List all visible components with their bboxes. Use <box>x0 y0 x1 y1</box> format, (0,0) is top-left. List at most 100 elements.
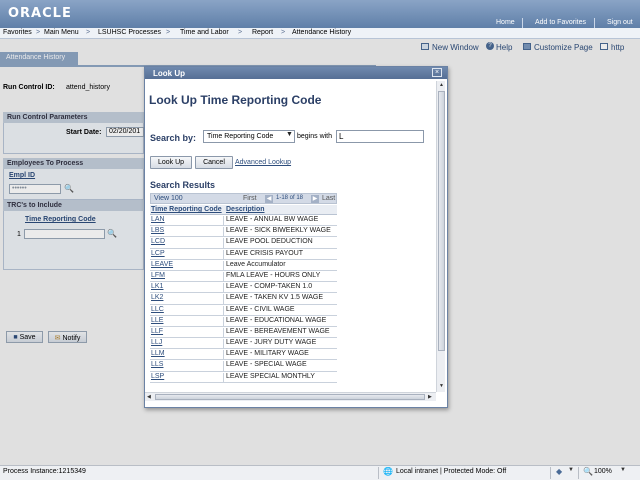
vertical-scroll-thumb[interactable] <box>438 91 445 351</box>
nav-main-menu[interactable]: Main Menu <box>44 29 79 36</box>
nav-attendance-history[interactable]: Attendance History <box>292 29 351 36</box>
table-row[interactable]: LLS LEAVE - SPECIAL WAGE <box>150 360 337 372</box>
nav-report[interactable]: Report <box>252 29 273 36</box>
zoom-icon: 🔍 <box>583 467 593 476</box>
process-instance-text: Process Instance:1215349 <box>3 468 86 475</box>
row-code[interactable]: LEAVE <box>151 260 224 271</box>
lookup-dialog: Look Up × Look Up Time Reporting Code Se… <box>144 66 448 408</box>
chevron-down-icon[interactable]: ▼ <box>620 467 626 473</box>
dialog-titlebar[interactable]: Look Up <box>145 67 447 79</box>
row-code[interactable]: LCP <box>151 249 224 260</box>
table-row[interactable]: LLE LEAVE - EDUCATIONAL WAGE <box>150 315 337 327</box>
last-link[interactable]: Last <box>322 195 335 202</box>
row-description: Leave Accumulator <box>226 260 286 268</box>
row-description: LEAVE - ANNUAL BW WAGE <box>226 216 319 223</box>
row-code[interactable]: LK2 <box>151 294 224 305</box>
row-description: LEAVE CRISIS PAYOUT <box>226 249 304 257</box>
nav-arrow-icon: > <box>86 29 91 36</box>
nav-favorites[interactable]: Favorites <box>3 29 32 36</box>
status-divider <box>378 467 379 479</box>
row-description: LEAVE - EDUCATIONAL WAGE <box>226 316 327 324</box>
nav-lsuhsc-processes[interactable]: LSUHSC Processes <box>98 29 161 36</box>
scroll-left-icon[interactable]: ◀ <box>147 394 151 400</box>
table-row[interactable]: LBS LEAVE - SICK BIWEEKLY WAGE <box>150 226 337 238</box>
search-by-label: Search by: <box>150 133 197 143</box>
row-description: LEAVE - BEREAVEMENT WAGE <box>226 327 330 335</box>
row-code[interactable]: LLC <box>151 305 224 316</box>
prev-arrow-icon[interactable]: ◀ <box>265 195 273 203</box>
chevron-down-icon[interactable]: ▼ <box>568 467 574 473</box>
row-code[interactable]: LFM <box>151 271 224 282</box>
search-input[interactable]: L <box>336 130 424 143</box>
search-results-label: Search Results <box>150 180 216 190</box>
advanced-lookup-link[interactable]: Advanced Lookup <box>235 159 291 166</box>
table-row[interactable]: LK1 LEAVE - COMP-TAKEN 1.0 <box>150 282 337 294</box>
scroll-up-icon[interactable]: ▲ <box>439 82 444 88</box>
results-grid: View 100 First ◀ 1-18 of 18 ▶ Last Time … <box>150 193 337 389</box>
row-description: LEAVE - CIVIL WAGE <box>226 305 295 313</box>
add-to-favorites-link[interactable]: Add to Favorites <box>535 19 586 26</box>
row-code[interactable]: LLM <box>151 350 224 361</box>
row-code[interactable]: LLS <box>151 361 224 372</box>
grid-rows: LAN LEAVE - ANNUAL BW WAGE LBS LEAVE - SIC… <box>150 215 337 383</box>
nav-arrow-icon: > <box>36 29 41 36</box>
row-description: FMLA LEAVE - HOURS ONLY <box>226 271 321 279</box>
lookup-button[interactable]: Look Up <box>150 156 192 169</box>
nav-arrow-icon: > <box>281 29 286 36</box>
row-code[interactable]: LLF <box>151 327 224 338</box>
search-by-select[interactable]: Time Reporting Code ▼ <box>203 130 295 143</box>
scroll-right-icon[interactable]: ▶ <box>428 394 432 400</box>
vertical-scrollbar[interactable]: ▲ ▼ <box>436 81 445 392</box>
col-header-description[interactable]: Description <box>226 206 265 213</box>
table-row[interactable]: LLM LEAVE - MILITARY WAGE <box>150 349 337 361</box>
row-code[interactable]: LLJ <box>151 339 224 350</box>
home-link[interactable]: Home <box>496 19 515 26</box>
table-row[interactable]: LCD LEAVE POOL DEDUCTION <box>150 237 337 249</box>
table-row[interactable]: LCP LEAVE CRISIS PAYOUT <box>150 248 337 260</box>
row-description: LEAVE - TAKEN KV 1.5 WAGE <box>226 294 323 302</box>
table-row[interactable]: LFM FMLA LEAVE - HOURS ONLY <box>150 270 337 283</box>
protected-mode-icon[interactable]: ◆ <box>556 467 562 476</box>
row-description: LEAVE - COMP-TAKEN 1.0 <box>226 283 313 291</box>
cancel-button[interactable]: Cancel <box>195 156 233 169</box>
row-description: LEAVE - SPECIAL WAGE <box>226 361 307 369</box>
row-description: LEAVE - SICK BIWEEKLY WAGE <box>226 227 331 235</box>
nav-time-and-labor[interactable]: Time and Labor <box>180 29 229 36</box>
col-header-code[interactable]: Time Reporting Code <box>151 206 222 213</box>
zoom-level[interactable]: 100% <box>594 468 612 475</box>
header-divider <box>522 18 523 28</box>
status-divider <box>578 467 579 479</box>
row-count: 1-18 of 18 <box>276 195 304 201</box>
table-row[interactable]: LSP LEAVE SPECIAL MONTHLY <box>150 371 337 383</box>
table-row[interactable]: LAN LEAVE - ANNUAL BW WAGE <box>150 215 337 227</box>
row-description: LEAVE SPECIAL MONTHLY <box>226 372 315 380</box>
dialog-title: Look Up <box>153 69 185 78</box>
globe-icon: 🌐 <box>383 467 393 476</box>
header-divider <box>594 18 595 28</box>
row-code[interactable]: LK1 <box>151 283 224 294</box>
row-code[interactable]: LAN <box>151 216 224 226</box>
sign-out-link[interactable]: Sign out <box>607 19 633 26</box>
table-row[interactable]: LEAVE Leave Accumulator <box>150 259 337 271</box>
scroll-down-icon[interactable]: ▼ <box>439 383 444 389</box>
table-row[interactable]: LLC LEAVE - CIVIL WAGE <box>150 304 337 316</box>
table-row[interactable]: LLJ LEAVE - JURY DUTY WAGE <box>150 338 337 350</box>
table-row[interactable]: LLF LEAVE - BEREAVEMENT WAGE <box>150 326 337 339</box>
horizontal-scrollbar[interactable]: ◀ ▶ <box>145 392 436 401</box>
row-code[interactable]: LBS <box>151 227 224 238</box>
row-code[interactable]: LLE <box>151 316 224 327</box>
table-row[interactable]: LK2 LEAVE - TAKEN KV 1.5 WAGE <box>150 293 337 305</box>
horizontal-scroll-thumb[interactable] <box>155 394 425 400</box>
close-icon[interactable]: × <box>432 68 442 77</box>
search-by-value: Time Reporting Code <box>207 133 274 140</box>
row-description: LEAVE - JURY DUTY WAGE <box>226 339 317 347</box>
next-arrow-icon[interactable]: ▶ <box>311 195 319 203</box>
view-100-link[interactable]: View 100 <box>154 195 183 202</box>
dialog-heading: Look Up Time Reporting Code <box>149 93 322 107</box>
status-divider <box>550 467 551 479</box>
row-code[interactable]: LSP <box>151 372 224 383</box>
first-link[interactable]: First <box>243 195 257 202</box>
grid-navigation: View 100 First ◀ 1-18 of 18 ▶ Last <box>150 193 337 204</box>
row-code[interactable]: LCD <box>151 238 224 249</box>
begins-with-label: begins with <box>297 133 333 140</box>
